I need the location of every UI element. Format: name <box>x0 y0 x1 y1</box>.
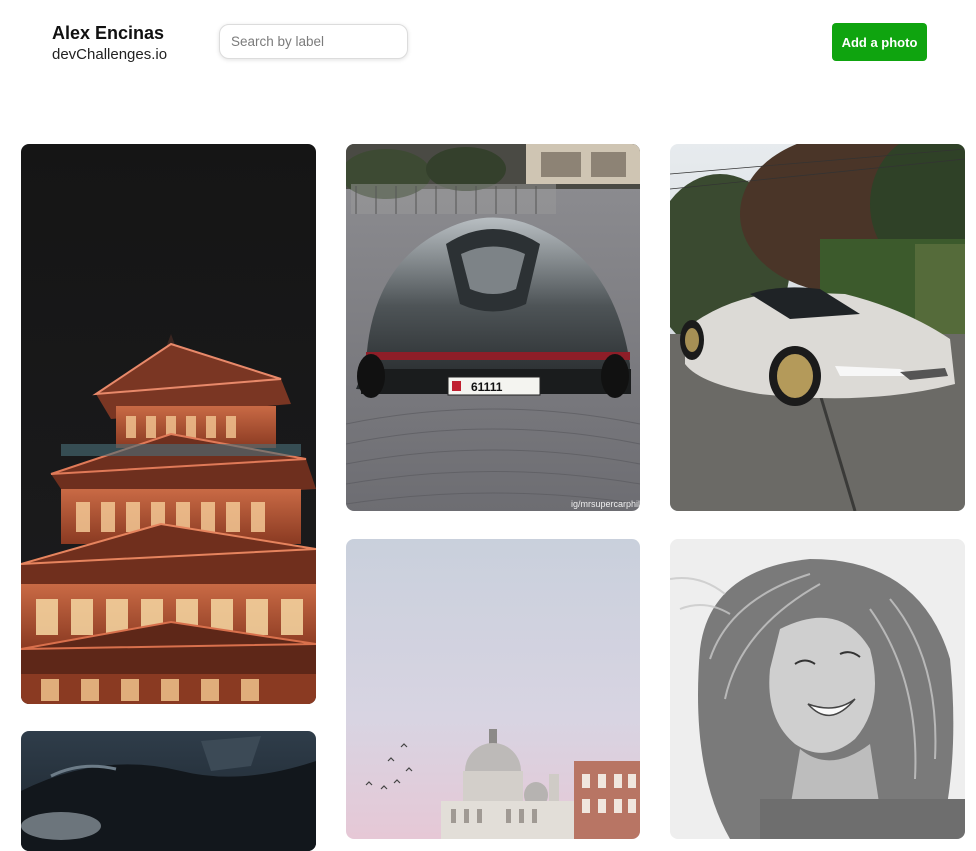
photo-card-supercar-rear[interactable]: 61111 ig/mrsupercarphile <box>346 144 640 511</box>
photo-card-car-interior[interactable] <box>21 731 316 851</box>
supercar-rear-image: 61111 ig/mrsupercarphile <box>346 144 640 511</box>
photo-card-woman[interactable] <box>670 539 965 839</box>
search-input[interactable] <box>219 24 408 59</box>
photo-watermark: ig/mrsupercarphile <box>571 499 640 509</box>
add-photo-button[interactable]: Add a photo <box>832 23 927 61</box>
photo-card-white-supercar[interactable] <box>670 144 965 511</box>
cathedral-image <box>346 539 640 839</box>
brand-subtitle: devChallenges.io <box>52 46 168 63</box>
brand: Alex Encinas devChallenges.io <box>52 22 167 65</box>
photo-card-cathedral[interactable] <box>346 539 640 839</box>
pagoda-image <box>21 144 316 704</box>
woman-portrait-image <box>670 539 965 839</box>
car-interior-image <box>21 731 316 851</box>
white-supercar-image <box>670 144 965 511</box>
photo-card-pagoda[interactable] <box>21 144 316 704</box>
plate-text: 61111 <box>471 380 503 394</box>
brand-name: Alex Encinas <box>52 23 165 43</box>
